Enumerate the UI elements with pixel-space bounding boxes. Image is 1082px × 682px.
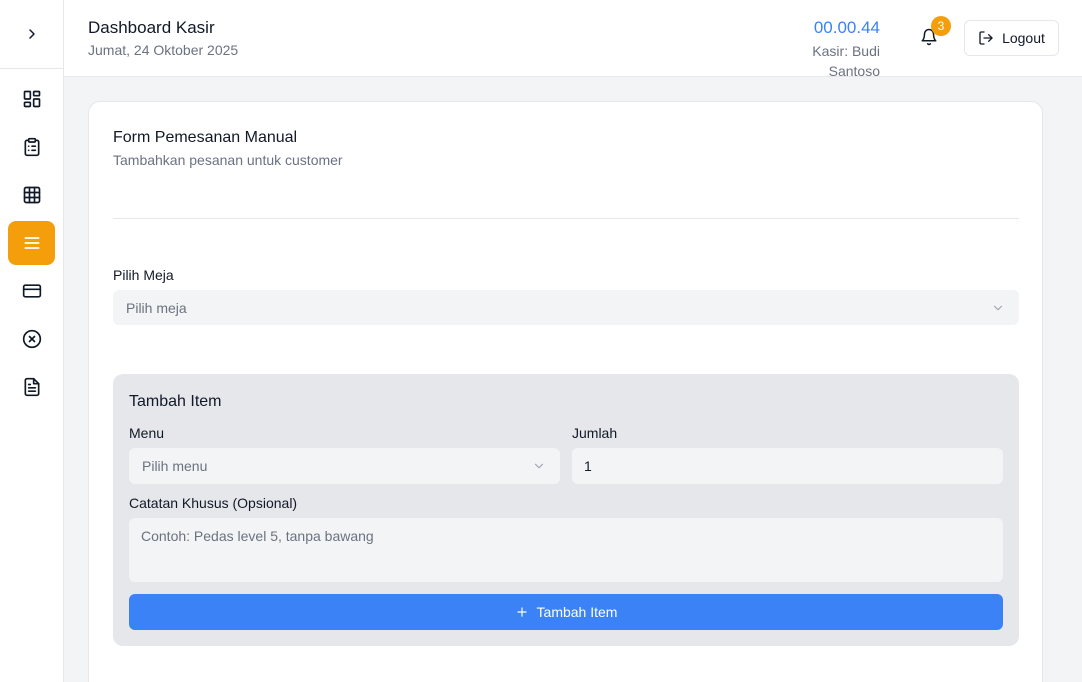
top-header: Dashboard Kasir Jumat, 24 Oktober 2025 0… [64, 0, 1082, 79]
notes-field[interactable] [129, 518, 1003, 582]
sidebar-item-manual-order[interactable] [8, 221, 55, 265]
menu-select[interactable]: Pilih menu [129, 448, 560, 484]
dashboard-icon [23, 90, 40, 108]
add-item-button[interactable]: Tambah Item [129, 594, 1003, 630]
add-item-button-label: Tambah Item [536, 604, 618, 620]
credit-card-icon [22, 284, 41, 298]
menu-select-placeholder: Pilih menu [142, 458, 208, 474]
add-item-title: Tambah Item [129, 393, 222, 410]
sidebar-item-payments[interactable] [8, 269, 55, 313]
notes-label: Catatan Khusus (Opsional) [129, 495, 298, 511]
sidebar-item-dashboard[interactable] [8, 77, 55, 121]
notification-badge: 3 [931, 16, 951, 36]
form-subtitle: Tambahkan pesanan untuk customer [113, 152, 343, 168]
chevron-right-icon [29, 29, 35, 39]
logout-button[interactable]: Logout [964, 20, 1059, 56]
chevron-down-icon [532, 459, 546, 473]
table-select-placeholder: Pilih meja [126, 299, 187, 316]
cashier-name: Kasir: Budi Santoso [812, 43, 880, 79]
chevron-down-icon [991, 301, 1005, 315]
add-item-panel: Tambah Item Menu Pilih menu Jumlah Catat… [113, 374, 1019, 646]
sidebar-item-cancellations[interactable] [8, 317, 55, 361]
sidebar-item-reports[interactable] [8, 365, 55, 409]
sidebar-toggle-button[interactable] [0, 0, 64, 69]
menu-lines-icon [24, 237, 40, 249]
quantity-label: Jumlah [572, 425, 618, 441]
document-icon [24, 377, 40, 397]
sidebar-item-orders[interactable] [8, 125, 55, 169]
current-date: Jumat, 24 Oktober 2025 [88, 42, 239, 58]
sidebar-item-tables[interactable] [8, 173, 55, 217]
manual-order-form-card: Form Pemesanan Manual Tambahkan pesanan … [88, 101, 1043, 682]
table-grid-icon [23, 186, 40, 204]
x-circle-icon [22, 329, 41, 349]
quantity-input[interactable] [572, 448, 1003, 484]
divider [113, 218, 1019, 219]
table-select[interactable]: Pilih meja [113, 290, 1019, 325]
plus-icon [516, 607, 527, 617]
form-title: Form Pemesanan Manual [113, 129, 298, 146]
sidebar [0, 0, 64, 682]
page-title: Dashboard Kasir [88, 18, 215, 37]
clipboard-list-icon [24, 137, 40, 157]
logout-label: Logout [1002, 30, 1045, 46]
logout-icon [979, 31, 993, 45]
menu-label: Menu [129, 425, 165, 441]
table-label: Pilih Meja [113, 267, 174, 283]
current-time: 00.00.44 [813, 18, 880, 37]
